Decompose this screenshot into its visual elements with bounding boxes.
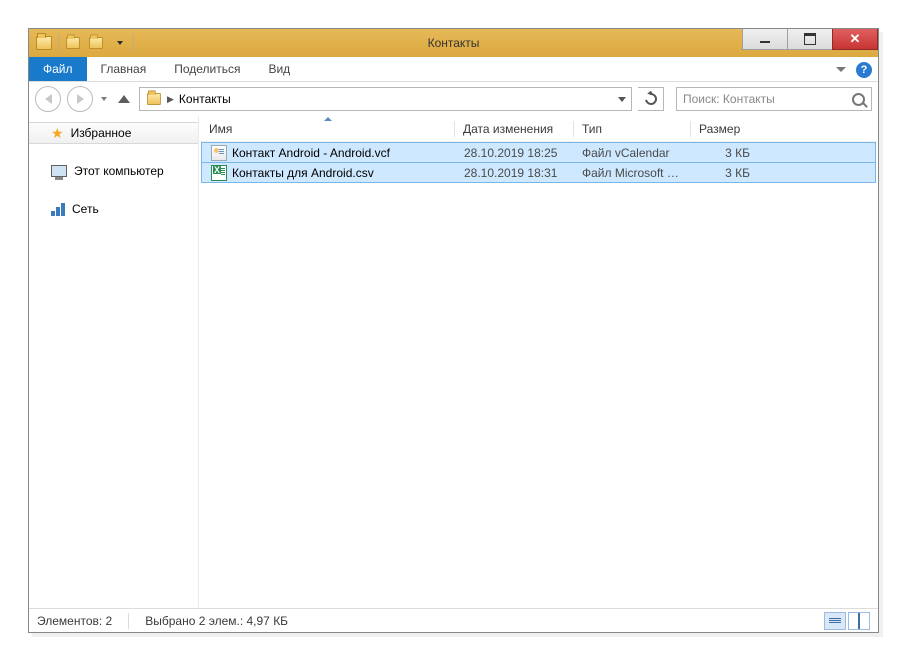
address-bar[interactable]: ▶ Контакты <box>139 87 632 111</box>
tab-share[interactable]: Поделиться <box>160 57 254 81</box>
titlebar[interactable]: Контакты ✕ <box>29 29 878 57</box>
body: ★ Избранное Этот компьютер Сеть Имя <box>29 116 878 608</box>
folder-icon[interactable] <box>33 32 55 54</box>
tab-view[interactable]: Вид <box>254 57 304 81</box>
explorer-window: Контакты ✕ Файл Главная Поделиться Вид ?… <box>28 28 879 633</box>
navigation-row: ▶ Контакты Поиск: Контакты <box>29 82 878 116</box>
star-icon: ★ <box>51 126 64 140</box>
tab-home[interactable]: Главная <box>87 57 161 81</box>
computer-icon <box>51 165 67 177</box>
network-icon <box>51 202 65 216</box>
search-input[interactable]: Поиск: Контакты <box>676 87 872 111</box>
column-header-date[interactable]: Дата изменения <box>455 116 573 141</box>
sidebar-label: Этот компьютер <box>74 164 164 178</box>
ribbon-expand-icon[interactable] <box>836 67 846 72</box>
thumbnails-view-icon <box>858 614 860 628</box>
column-headers: Имя Дата изменения Тип Размер <box>199 116 878 142</box>
view-mode-buttons <box>824 612 870 630</box>
file-name: Контакт Android - Android.vcf <box>232 146 390 160</box>
column-header-size[interactable]: Размер <box>691 116 763 141</box>
sidebar-item-favorites[interactable]: ★ Избранное <box>29 122 198 144</box>
file-date: 28.10.2019 18:31 <box>456 166 574 180</box>
back-button[interactable] <box>35 86 61 112</box>
separator <box>133 34 134 52</box>
column-header-type[interactable]: Тип <box>574 116 690 141</box>
file-list-pane: Имя Дата изменения Тип Размер Контакт An… <box>199 116 878 608</box>
status-bar: Элементов: 2 Выбрано 2 элем.: 4,97 КБ <box>29 608 878 632</box>
close-icon: ✕ <box>850 31 861 47</box>
refresh-button[interactable] <box>638 87 664 111</box>
file-size: 3 КБ <box>690 166 758 180</box>
forward-button[interactable] <box>67 86 93 112</box>
history-dropdown-icon[interactable] <box>99 97 109 101</box>
address-dropdown-icon[interactable] <box>613 88 631 110</box>
separator <box>128 613 129 629</box>
properties-icon[interactable] <box>62 32 84 54</box>
new-folder-icon[interactable] <box>85 32 107 54</box>
file-date: 28.10.2019 18:25 <box>456 146 574 160</box>
file-type: Файл vCalendar <box>574 146 690 160</box>
refresh-icon <box>642 91 659 108</box>
thumbnails-view-button[interactable] <box>848 612 870 630</box>
file-size: 3 КБ <box>690 146 758 160</box>
search-placeholder: Поиск: Контакты <box>683 92 852 106</box>
folder-icon <box>147 93 161 105</box>
breadcrumb-folder[interactable]: Контакты <box>179 92 231 106</box>
minimize-button[interactable] <box>742 29 788 50</box>
navigation-pane: ★ Избранное Этот компьютер Сеть <box>29 116 199 608</box>
file-type: Файл Microsoft Ex... <box>574 166 690 180</box>
status-item-count: Элементов: 2 <box>37 614 112 628</box>
status-selection: Выбрано 2 элем.: 4,97 КБ <box>145 614 288 628</box>
tab-file[interactable]: Файл <box>29 57 87 81</box>
file-row[interactable]: Контакт Android - Android.vcf 28.10.2019… <box>201 142 876 163</box>
sort-ascending-icon <box>324 117 332 121</box>
sidebar-item-network[interactable]: Сеть <box>29 198 198 220</box>
up-button[interactable] <box>115 90 133 108</box>
excel-file-icon <box>211 165 227 181</box>
details-view-icon <box>829 618 841 623</box>
ribbon: Файл Главная Поделиться Вид ? <box>29 57 878 82</box>
details-view-button[interactable] <box>824 612 846 630</box>
quick-access-toolbar <box>29 32 136 54</box>
breadcrumb-chevron-icon[interactable]: ▶ <box>167 94 174 105</box>
sidebar-item-this-pc[interactable]: Этот компьютер <box>29 160 198 182</box>
qat-dropdown-icon[interactable] <box>108 32 130 54</box>
file-row[interactable]: Контакты для Android.csv 28.10.2019 18:3… <box>201 162 876 183</box>
help-icon[interactable]: ? <box>856 62 872 78</box>
window-controls: ✕ <box>743 29 878 50</box>
sidebar-label: Избранное <box>71 126 132 140</box>
sidebar-label: Сеть <box>72 202 99 216</box>
maximize-button[interactable] <box>787 29 833 50</box>
separator <box>58 34 59 52</box>
column-header-name[interactable]: Имя <box>201 116 454 141</box>
file-name: Контакты для Android.csv <box>232 166 374 180</box>
search-icon <box>852 93 865 106</box>
close-button[interactable]: ✕ <box>832 29 878 50</box>
vcard-file-icon <box>211 145 227 161</box>
